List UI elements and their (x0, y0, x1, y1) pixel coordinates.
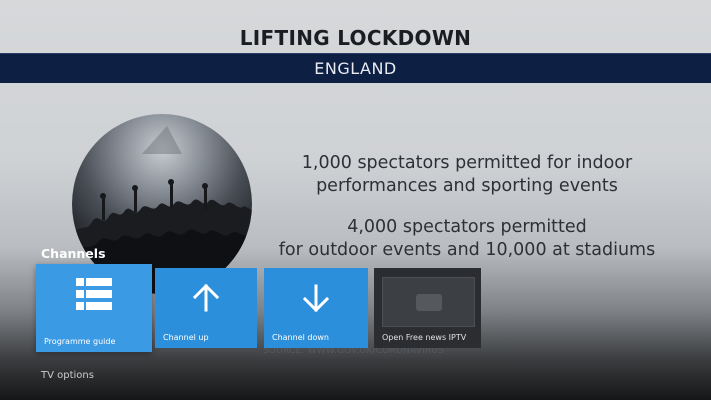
list-icon (36, 264, 152, 324)
fact-indoor-line1: 1,000 spectators permitted for indoor (301, 153, 633, 173)
region-banner: ENGLAND (0, 53, 711, 83)
programme-guide-label: Programme guide (44, 337, 116, 346)
channel-up-label: Channel up (163, 333, 209, 342)
channel-down-label: Channel down (272, 333, 329, 342)
region-label: ENGLAND (314, 58, 397, 78)
arrow-down-icon (264, 268, 368, 328)
channel-up-tile[interactable]: Channel up (155, 268, 257, 348)
arrow-up-icon (155, 268, 257, 328)
tv-screen: LIFTING LOCKDOWN ENGLAND 1,000 spectator… (0, 0, 711, 400)
tv-icon (382, 277, 475, 327)
free-news-iptv-label: Open Free news IPTV (382, 333, 467, 342)
fact-outdoor-line1: 4,000 spectators permitted (347, 217, 587, 237)
fact-indoor: 1,000 spectators permitted for indoor pe… (252, 152, 682, 198)
channel-down-tile[interactable]: Channel down (264, 268, 368, 348)
fact-outdoor-line2: for outdoor events and 10,000 at stadium… (278, 240, 656, 260)
fact-outdoor: 4,000 spectators permitted for outdoor e… (252, 216, 682, 262)
free-news-iptv-tile[interactable]: Open Free news IPTV (374, 268, 481, 348)
programme-guide-tile[interactable]: Programme guide (36, 264, 152, 352)
fact-indoor-line2: performances and sporting events (316, 176, 618, 196)
channels-heading: Channels (41, 246, 106, 261)
tv-options-heading[interactable]: TV options (41, 370, 94, 381)
page-title: LIFTING LOCKDOWN (239, 26, 472, 50)
